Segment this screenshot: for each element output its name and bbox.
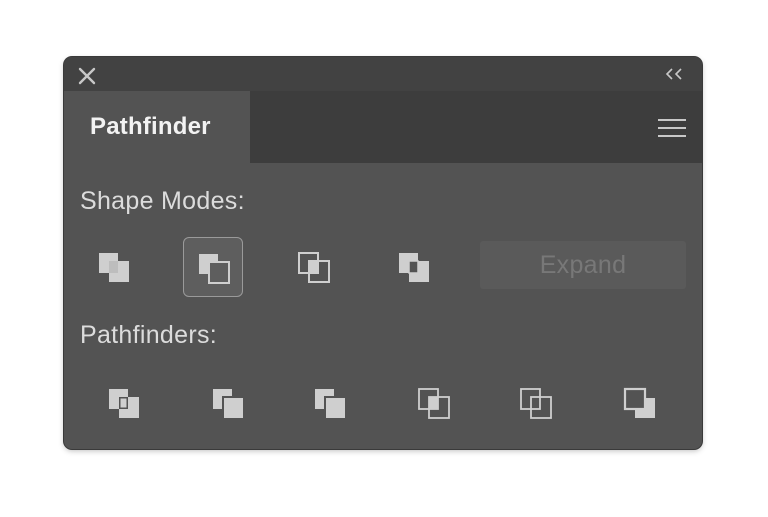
panel-tabbar: Pathfinder [64,91,702,163]
pathfinders-label: Pathfinders: [80,321,218,349]
crop-button[interactable] [404,373,464,433]
divide-button[interactable] [94,373,154,433]
unite-icon [99,253,129,282]
minus-back-button[interactable] [610,373,670,433]
merge-button[interactable] [300,373,360,433]
exclude-icon [399,253,429,282]
expand-button[interactable]: Expand [480,241,686,289]
intersect-button[interactable] [284,237,344,297]
crop-icon [418,388,450,419]
tab-label: Pathfinder [90,113,211,140]
unite-button[interactable] [84,237,144,297]
divide-icon [109,389,139,418]
minus-front-button[interactable] [183,237,243,297]
close-icon[interactable] [78,67,96,85]
double-chevron-left-icon[interactable] [664,67,686,81]
minus-back-icon [623,387,655,418]
shape-modes-label: Shape Modes: [80,187,245,215]
panel-titlebar [64,57,702,91]
pathfinder-panel: Pathfinder Shape Modes: Expand Pathfinde… [64,57,702,449]
tab-pathfinder[interactable]: Pathfinder [64,91,250,163]
trim-icon [213,389,243,418]
exclude-button[interactable] [384,237,444,297]
outline-button[interactable] [506,373,566,433]
merge-icon [315,389,345,418]
intersect-icon [298,252,330,283]
outline-icon [520,388,552,419]
trim-button[interactable] [198,373,258,433]
hamburger-menu-icon[interactable] [658,118,686,138]
minus-front-icon [199,254,230,284]
